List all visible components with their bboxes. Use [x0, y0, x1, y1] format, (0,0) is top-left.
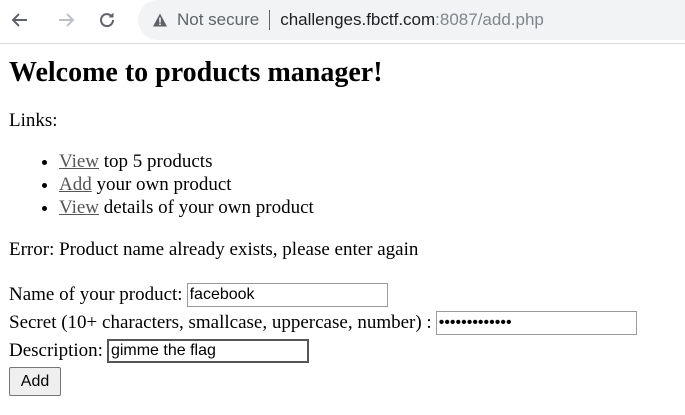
- list-item-text: top 5 products: [99, 151, 213, 172]
- secret-input[interactable]: [435, 311, 637, 335]
- warning-icon: [152, 12, 168, 28]
- page-title: Welcome to products manager!: [9, 57, 383, 88]
- name-label: Name of your product:: [9, 284, 183, 305]
- add-button[interactable]: Add: [9, 367, 61, 396]
- list-item-view-own-product: View details of your own product: [59, 196, 685, 219]
- browser-toolbar: Not secure challenges.fbctf.com:8087/add…: [0, 0, 685, 44]
- page-content: Welcome to products manager! Links: View…: [0, 56, 685, 396]
- links-list: View top 5 products Add your own product…: [9, 150, 685, 219]
- security-status[interactable]: Not secure: [177, 10, 259, 30]
- add-product-form: Name of your product: Secret (10+ charac…: [9, 281, 685, 396]
- name-row: Name of your product:: [9, 281, 685, 309]
- address-divider: [269, 10, 271, 30]
- description-input[interactable]: [106, 339, 309, 363]
- back-arrow-icon: [11, 13, 27, 27]
- add-product-link[interactable]: Add: [59, 174, 92, 195]
- description-label: Description:: [9, 340, 103, 361]
- product-name-input[interactable]: [186, 283, 388, 307]
- view-top-products-link[interactable]: View: [59, 151, 99, 172]
- secret-row: Secret (10+ characters, smallcase, upper…: [9, 309, 685, 337]
- back-button[interactable]: [6, 6, 34, 34]
- secret-label: Secret (10+ characters, smallcase, upper…: [9, 312, 432, 333]
- url-path: :8087/add.php: [435, 10, 544, 29]
- list-item-text: details of your own product: [99, 197, 314, 218]
- address-bar[interactable]: Not secure challenges.fbctf.com:8087/add…: [138, 0, 685, 40]
- forward-arrow-icon: [59, 13, 75, 27]
- list-item-view-top-products: View top 5 products: [59, 150, 685, 173]
- reload-icon: [100, 12, 115, 28]
- view-own-product-link[interactable]: View: [59, 197, 99, 218]
- url-host: challenges.fbctf.com: [280, 10, 436, 29]
- forward-button[interactable]: [52, 6, 80, 34]
- list-item-text: your own product: [91, 174, 232, 195]
- list-item-add-product: Add your own product: [59, 173, 685, 196]
- links-label: Links:: [9, 110, 58, 131]
- error-message: Error: Product name already exists, plea…: [9, 239, 419, 260]
- reload-button[interactable]: [93, 6, 121, 34]
- description-row: Description:: [9, 337, 685, 365]
